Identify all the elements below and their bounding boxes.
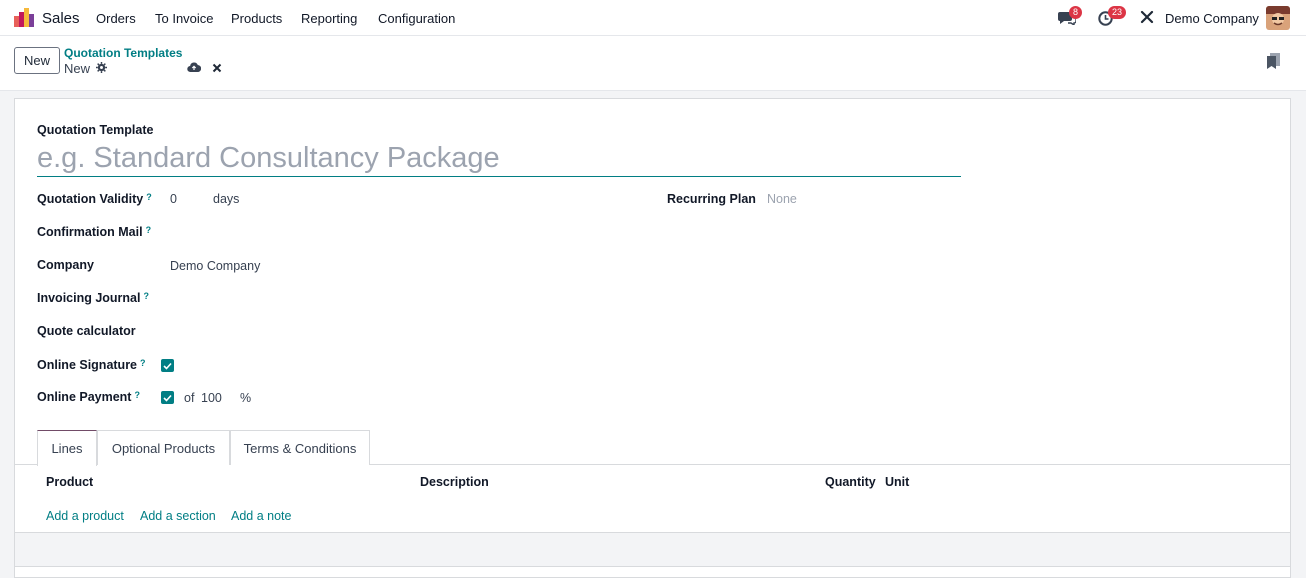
menu-configuration[interactable]: Configuration: [378, 11, 455, 26]
new-button[interactable]: New: [14, 47, 60, 74]
form-sheet: Quotation Template e.g. Standard Consult…: [14, 98, 1291, 578]
quote-calculator-label: Quote calculator: [37, 324, 136, 338]
menu-products[interactable]: Products: [231, 11, 282, 26]
tab-terms-conditions[interactable]: Terms & Conditions: [230, 430, 370, 465]
add-product-link[interactable]: Add a product: [46, 509, 124, 523]
save-cloud-icon[interactable]: [187, 62, 201, 73]
apps-logo-icon[interactable]: [14, 8, 34, 27]
user-avatar[interactable]: [1266, 6, 1290, 30]
tools-icon: [1140, 10, 1154, 24]
help-icon[interactable]: ?: [144, 291, 150, 301]
validity-unit: days: [213, 192, 240, 206]
payment-of-label: of: [184, 391, 195, 405]
column-product[interactable]: Product: [46, 475, 93, 489]
column-quantity[interactable]: Quantity: [825, 475, 876, 489]
help-icon[interactable]: ?: [140, 358, 146, 368]
template-name-input[interactable]: e.g. Standard Consultancy Package: [37, 139, 961, 177]
column-unit[interactable]: Unit: [885, 475, 909, 489]
add-note-link[interactable]: Add a note: [231, 509, 291, 523]
online-payment-checkbox[interactable]: [161, 391, 174, 404]
company-switcher[interactable]: Demo Company: [1165, 11, 1259, 26]
recurring-plan-input[interactable]: None: [767, 192, 797, 206]
debug-tools-button[interactable]: [1140, 10, 1154, 27]
tab-lines[interactable]: Lines: [37, 430, 97, 466]
help-icon[interactable]: ?: [146, 192, 152, 202]
breadcrumb-quotation-templates[interactable]: Quotation Templates: [64, 46, 182, 60]
discard-close-icon[interactable]: [212, 63, 222, 73]
invoicing-journal-label: Invoicing Journal?: [37, 291, 149, 305]
app-name[interactable]: Sales: [42, 10, 80, 27]
column-description[interactable]: Description: [420, 475, 489, 489]
control-panel: New Quotation Templates New: [0, 36, 1306, 91]
gear-icon[interactable]: [96, 62, 107, 73]
checkmark-icon: [163, 394, 172, 402]
prepayment-percent-input[interactable]: 100: [201, 391, 222, 405]
company-label: Company: [37, 258, 94, 272]
quotation-validity-input[interactable]: 0: [170, 192, 177, 206]
company-input[interactable]: Demo Company: [170, 259, 260, 273]
tab-optional-products[interactable]: Optional Products: [97, 430, 230, 465]
breadcrumb-current: New: [64, 61, 91, 76]
chatter-toggle-icon[interactable]: [1267, 53, 1280, 69]
online-payment-label: Online Payment?: [37, 390, 140, 404]
menu-orders[interactable]: Orders: [96, 11, 136, 26]
help-icon[interactable]: ?: [134, 390, 140, 400]
help-icon[interactable]: ?: [146, 225, 152, 235]
table-footer: [15, 533, 1290, 566]
quotation-validity-label: Quotation Validity?: [37, 192, 152, 206]
online-signature-label: Online Signature?: [37, 358, 146, 372]
table-bottom-divider: [15, 566, 1290, 567]
menu-reporting[interactable]: Reporting: [301, 11, 357, 26]
online-signature-checkbox[interactable]: [161, 359, 174, 372]
messages-badge: 8: [1069, 6, 1083, 19]
avatar-icon: [1266, 6, 1290, 30]
activities-badge: 23: [1108, 6, 1127, 19]
menu-to-invoice[interactable]: To Invoice: [155, 11, 214, 26]
template-name-label: Quotation Template: [37, 123, 154, 137]
top-navbar: Sales Orders To Invoice Products Reporti…: [0, 0, 1306, 36]
confirmation-mail-label: Confirmation Mail?: [37, 225, 152, 239]
add-section-link[interactable]: Add a section: [140, 509, 216, 523]
percent-sign: %: [240, 391, 252, 405]
checkmark-icon: [163, 362, 172, 370]
recurring-plan-label: Recurring Plan: [667, 192, 756, 206]
